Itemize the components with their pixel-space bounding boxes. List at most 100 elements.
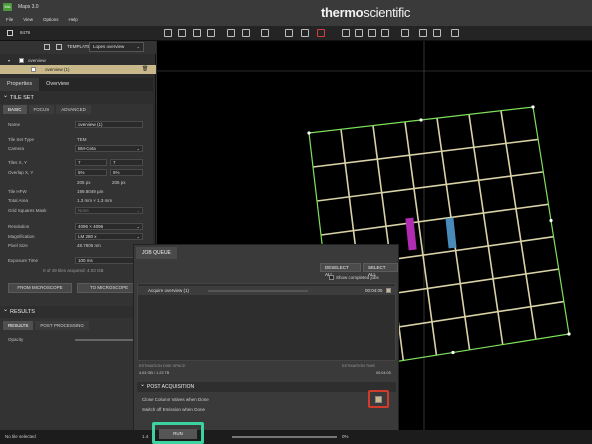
status-text: No tile selected (5, 434, 36, 439)
resize-handle[interactable] (567, 332, 571, 336)
tile-set-icon[interactable] (301, 29, 309, 37)
tiles-y-input[interactable]: 7 (110, 159, 143, 166)
select-all-button[interactable]: SELECT ALL (362, 263, 398, 277)
chevron-down-icon: ⌄ (136, 44, 140, 49)
resize-handle[interactable] (531, 105, 535, 109)
add-tile-icon[interactable] (285, 29, 293, 37)
tile-set-type-label: Tile Set Type (8, 137, 35, 142)
name-input[interactable]: overview (1) (75, 121, 143, 128)
target-tool-icon[interactable] (317, 29, 325, 37)
job-queue-panel: JOB QUEUE DESELECT ALL SELECT ALL Show c… (133, 244, 399, 432)
tile-grid-line (320, 203, 549, 236)
grid-squares-label: Grid Squares Mask (8, 208, 47, 213)
grid-squares-value: None (78, 208, 89, 213)
overlap-px-y: 205 px (112, 180, 126, 185)
app-title: Maps 3.0 (18, 4, 39, 10)
layer-checkbox[interactable] (31, 67, 36, 72)
tab-job-queue[interactable]: JOB QUEUE (136, 247, 177, 259)
magnification-label: Magnification (8, 234, 35, 239)
opacity-slider[interactable] (75, 339, 135, 341)
results-header[interactable]: RESULTS (0, 304, 153, 318)
settings-icon[interactable] (451, 29, 459, 37)
menu-view[interactable]: View (23, 17, 33, 22)
resize-handle[interactable] (549, 218, 553, 223)
tab-overview[interactable]: Overview (39, 78, 76, 91)
resize-handle[interactable] (451, 350, 455, 355)
magnification-select[interactable]: LM 280 x ⌄ (75, 233, 143, 240)
overlap-y-input[interactable]: 5% (110, 169, 143, 176)
total-area-value: 1.3 mm × 1.3 mm (77, 198, 113, 203)
title-bar: MA Maps 3.0 File View Options Help therm… (0, 0, 592, 26)
grid-tool-icon[interactable] (242, 29, 250, 37)
resolution-select[interactable]: 4096 × 4096 ⌄ (75, 223, 143, 230)
tiles-x-input[interactable]: 7 (75, 159, 107, 166)
copy-icon[interactable] (355, 29, 363, 37)
tiles-acquired-text: 0 of 49 tiles acquired; 4.03 GB (43, 268, 104, 273)
deselect-all-button[interactable]: DESELECT ALL (320, 263, 361, 277)
job-list-item[interactable]: Acquire overview (1) 00:04:05 (138, 286, 395, 295)
tab-advanced[interactable]: ADVANCED (56, 105, 91, 114)
exposure-input[interactable]: 100 ms (75, 257, 135, 264)
zoom-tool-icon[interactable] (207, 29, 215, 37)
layer-checkbox[interactable] (19, 58, 24, 63)
post-acquisition-header[interactable]: POST ACQUISITION (137, 380, 396, 392)
tab-results[interactable]: RESULTS (3, 321, 34, 330)
show-completed-checkbox[interactable] (329, 275, 334, 280)
angle-tool-icon[interactable] (178, 29, 186, 37)
tile-marker-blue[interactable] (445, 217, 457, 249)
main-toolbar: 8479 (0, 26, 592, 41)
chevron-down-icon: ⌄ (136, 234, 140, 239)
trash-icon[interactable]: 🗑 (142, 65, 148, 74)
from-microscope-button[interactable]: FROM MICROSCOPE (8, 283, 72, 293)
mosaic-icon[interactable] (381, 29, 389, 37)
tab-post-processing[interactable]: POST PROCESSING (35, 321, 89, 330)
zoom-value-right: 0% (342, 434, 349, 439)
resize-handle[interactable] (419, 118, 423, 122)
layout-icon[interactable] (433, 29, 441, 37)
tile-set-header[interactable]: TILE SET (0, 90, 153, 104)
job-checkbox[interactable] (386, 288, 391, 293)
tree-item-label: overview (1) (45, 67, 70, 72)
tile-hfw-label: Tile HFW (8, 189, 27, 194)
tree-item-label: overview (28, 58, 46, 63)
menu-help[interactable]: Help (68, 17, 77, 22)
paste-icon[interactable] (368, 29, 376, 37)
chevron-down-icon: ⌄ (136, 224, 140, 229)
job-queue-actions: DESELECT ALL SELECT ALL (320, 263, 398, 277)
tile-grid-line (500, 110, 537, 340)
zoom-slider[interactable] (232, 436, 337, 438)
pointer-tool-icon[interactable] (164, 29, 172, 37)
switch-off-emission-label: Switch off Emission when Done (142, 407, 205, 412)
estimation-disk-value: 4.03 GB / 1.23 TB (139, 371, 170, 375)
layers-icon[interactable] (44, 44, 50, 50)
tree-item-overview[interactable]: ▾ overview (0, 56, 156, 65)
job-name: Acquire overview (1) (148, 288, 190, 293)
snapshot-icon[interactable] (342, 29, 350, 37)
overlap-x-input[interactable]: 5% (75, 169, 107, 176)
run-button[interactable]: RUN (159, 429, 197, 439)
tab-basic[interactable]: BASIC (3, 105, 27, 114)
grid-squares-select[interactable]: None ⌄ (75, 207, 143, 214)
image-tool-icon[interactable] (261, 29, 269, 37)
measure-tool-icon[interactable] (193, 29, 201, 37)
run-button-highlight: RUN (152, 422, 204, 444)
align-icon[interactable] (401, 29, 409, 37)
camera-icon[interactable] (419, 29, 427, 37)
project-icon (7, 30, 13, 36)
ruler-tool-icon[interactable] (227, 29, 235, 37)
menu-options[interactable]: Options (43, 17, 59, 22)
close-valves-checkbox[interactable] (375, 396, 382, 403)
resize-handle[interactable] (307, 131, 311, 135)
tab-focus[interactable]: FOCUS (28, 105, 55, 114)
expand-icon[interactable]: ▾ (8, 56, 10, 65)
camera-select[interactable]: BM-Ceta ⌄ (75, 145, 143, 152)
to-microscope-button[interactable]: TO MICROSCOPE (77, 283, 141, 293)
camera-value: BM-Ceta (78, 146, 96, 151)
status-bar: No tile selected 1.4 0% (0, 430, 592, 444)
add-layer-icon[interactable] (56, 44, 62, 50)
tree-item-overview-1[interactable]: overview (1) 🗑 (0, 65, 156, 74)
job-progress-bar (208, 290, 308, 292)
panel-tabs: Properties Overview (0, 78, 153, 91)
template-select[interactable]: Lopes overview ⌄ (89, 42, 144, 52)
menu-file[interactable]: File (6, 17, 13, 22)
